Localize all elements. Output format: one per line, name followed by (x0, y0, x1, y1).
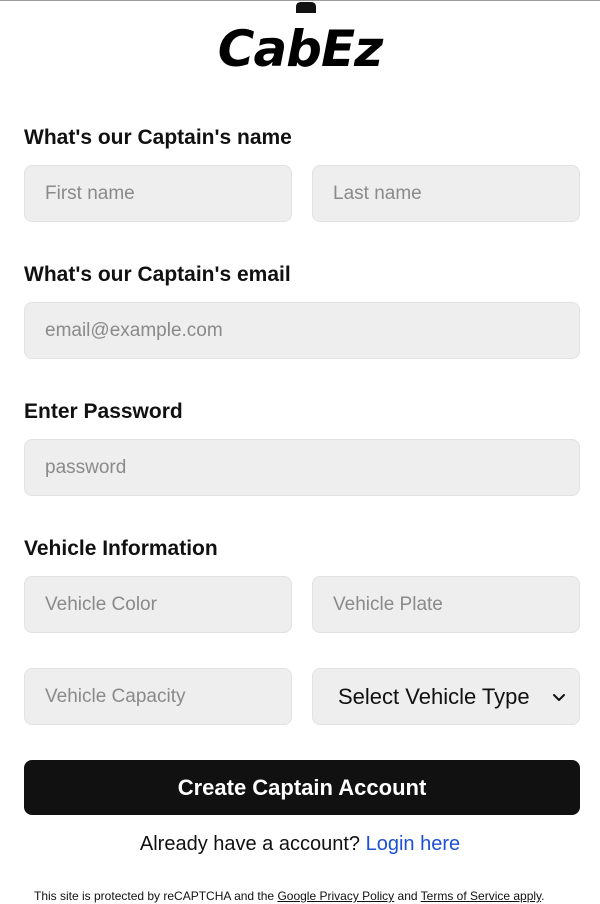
email-section-label: What's our Captain's email (24, 263, 291, 286)
name-section-label: What's our Captain's name (24, 126, 292, 149)
terms-of-service-link[interactable]: Terms of Service apply (421, 889, 542, 903)
recaptcha-and: and (397, 889, 418, 903)
vehicle-type-select[interactable]: Select Vehicle Type (312, 668, 580, 725)
first-name-input[interactable] (24, 165, 292, 222)
vehicle-type-select-value: Select Vehicle Type (338, 683, 530, 709)
recaptcha-notice: This site is protected by reCAPTCHA and … (34, 889, 545, 903)
login-link[interactable]: Login here (366, 833, 461, 855)
chevron-down-icon (553, 693, 565, 701)
recaptcha-suffix: . (541, 889, 545, 903)
vehicle-plate-input[interactable] (312, 576, 580, 633)
brand-logo: CabEz (217, 20, 383, 78)
login-prompt: Already have a account? Login here (0, 833, 600, 856)
vehicle-color-input[interactable] (24, 576, 292, 633)
last-name-input[interactable] (312, 165, 580, 222)
recaptcha-prefix: This site is protected by reCAPTCHA and … (34, 889, 275, 903)
privacy-policy-link[interactable]: Google Privacy Policy (277, 889, 394, 903)
email-input[interactable] (24, 302, 580, 359)
password-section-label: Enter Password (24, 400, 183, 423)
vehicle-capacity-input[interactable] (24, 668, 292, 725)
login-prompt-text: Already have a account? (139, 833, 361, 855)
car-icon (296, 2, 316, 13)
captain-signup-page: CabEz What's our Captain's name What's o… (0, 0, 600, 904)
vehicle-section-label: Vehicle Information (24, 537, 218, 560)
create-captain-account-button[interactable]: Create Captain Account (24, 760, 580, 815)
password-input[interactable] (24, 439, 580, 496)
